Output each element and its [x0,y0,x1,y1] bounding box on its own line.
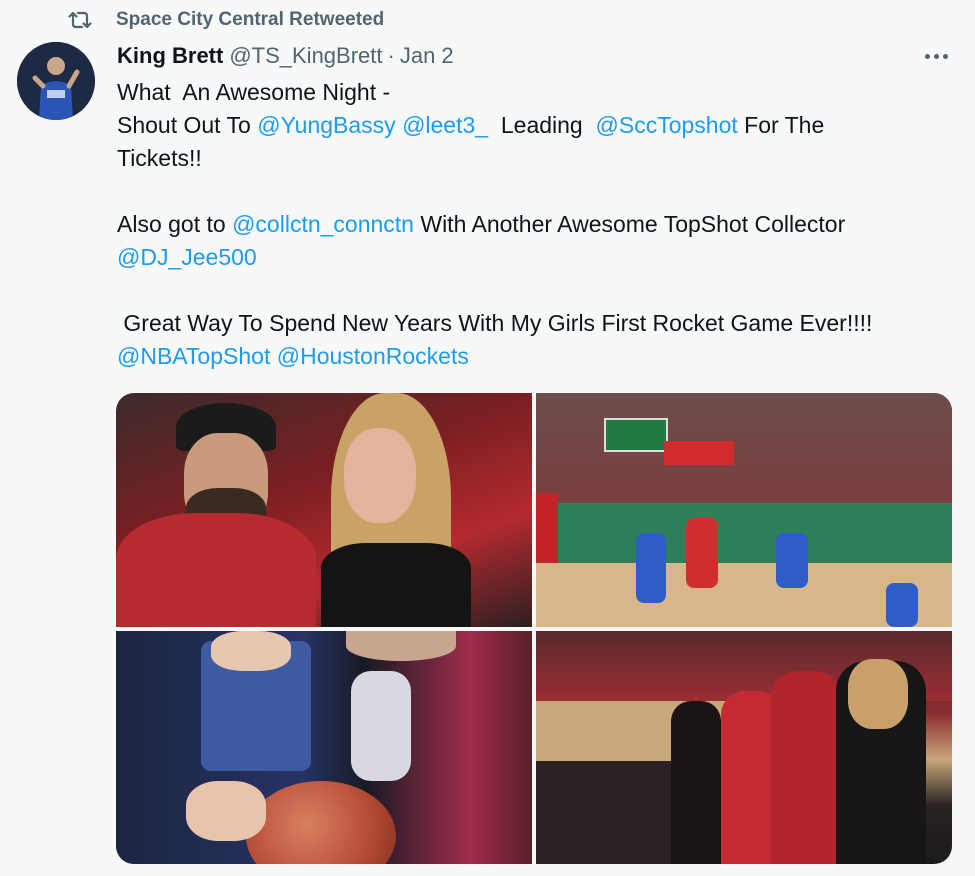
photo-figure [886,583,918,627]
mention-link[interactable]: @HoustonRockets [277,343,469,369]
tweet-text-segment: With Another Awesome TopShot Collector [413,211,846,237]
tweet-line [117,274,957,307]
mention-link[interactable]: @leet3_ [402,112,488,138]
mention-link[interactable]: @NBATopShot [117,343,270,369]
more-options-icon [924,53,930,59]
tweet-line: What An Awesome Night - [117,76,957,109]
tweet-line: Great Way To Spend New Years With My Gir… [117,307,957,340]
photo-autograph-basketball[interactable] [116,631,532,864]
photo-couple-selfie[interactable] [116,393,532,627]
mention-link[interactable]: @YungBassy [257,112,395,138]
retweet-label: Space City Central Retweeted [116,9,385,30]
photo-figure [636,533,666,603]
tweet-line: Also got to @collctn_connctn With Anothe… [117,208,957,241]
photo-game-action[interactable] [536,393,952,627]
photo-figure [671,701,721,864]
photo-figure [536,393,952,503]
mention-link[interactable]: @collctn_connctn [232,211,414,237]
photo-figure [321,543,471,627]
tweet-text-segment: Tickets!! [117,145,202,171]
photo-figure [536,761,676,864]
photo-figure [686,518,718,588]
tweet-line: Tickets!! [117,142,957,175]
more-options-dot [933,53,939,59]
retweet-context[interactable]: Space City Central Retweeted [68,6,384,34]
tweet-date[interactable]: Jan 2 [400,43,454,69]
tweet-text-segment: Shout Out To [117,112,258,138]
mention-link[interactable]: @DJ_Jee500 [117,244,257,270]
photo-figure [664,441,734,465]
photo-figure [116,513,316,627]
photo-figure [848,659,908,729]
tweet-body: What An Awesome Night - Shout Out To @Yun… [117,76,957,373]
tweet-line: @DJ_Jee500 [117,241,957,274]
tweet-header: King Brett @TS_KingBrett · Jan 2 [117,40,454,72]
header-separator: · [387,43,395,68]
more-options-dot [942,53,948,59]
author-handle[interactable]: @TS_KingBrett [229,43,382,69]
author-avatar[interactable] [17,42,95,120]
photo-figure [536,503,952,563]
retweet-icon [68,11,92,29]
media-grid [116,393,952,864]
tweet-text-segment: For The [737,112,825,138]
photo-figure [186,781,266,841]
photo-figure [344,428,416,523]
tweet-line: Shout Out To @YungBassy @leet3_ Leading … [117,109,957,142]
avatar-image [17,42,95,120]
photo-figure [771,671,841,864]
photo-figure [211,631,291,671]
tweet-text-segment: Also got to [117,211,233,237]
photo-figure [604,418,668,452]
tweet-text-segment: Great Way To Spend New Years With My Gir… [117,310,873,336]
photo-figure [351,671,411,781]
author-name[interactable]: King Brett [117,43,223,69]
more-options-button[interactable] [920,44,952,68]
tweet-text-segment: Leading [488,112,596,138]
mention-link[interactable]: @SccTopshot [596,112,738,138]
tweet-text-segment: What An Awesome Night - [117,79,391,105]
tweet-line: @NBATopShot @HoustonRockets [117,340,957,373]
tweet-line [117,175,957,208]
photo-group-arena[interactable] [536,631,952,864]
photo-figure [776,533,808,588]
photo-figure [346,631,456,661]
